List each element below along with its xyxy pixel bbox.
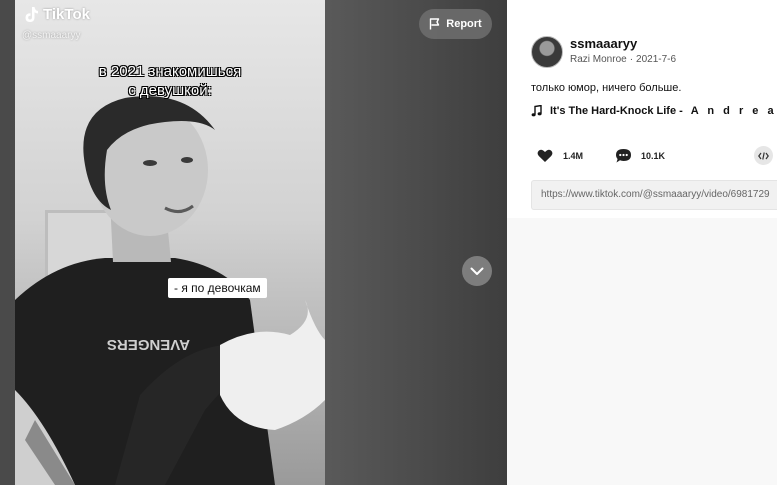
music-title: It's The Hard-Knock Life - — [550, 105, 683, 117]
brand-name: TikTok — [43, 6, 90, 23]
report-button[interactable]: Report — [419, 9, 492, 39]
music-artist: A n d r e a — [690, 105, 777, 117]
meta-separator: · — [629, 54, 634, 65]
like-count: 1.4M — [563, 151, 584, 161]
next-video-button[interactable] — [462, 256, 492, 286]
post-username[interactable]: ssmaaaryy — [570, 36, 637, 51]
video-caption-top: в 2021 знакомишься с девушкой: — [98, 63, 242, 99]
video-link-text: https://www.tiktok.com/@ssmaaaryy/video/… — [541, 189, 770, 200]
tiktok-logo: TikTok — [24, 6, 90, 23]
svg-text:AVENGERS: AVENGERS — [107, 336, 190, 353]
post-date: 2021-7-6 — [636, 54, 677, 65]
comment-button[interactable] — [613, 146, 633, 166]
report-label: Report — [446, 18, 482, 30]
comments-area — [507, 218, 777, 485]
avatar[interactable] — [531, 36, 563, 68]
post-description: только юмор, ничего больше. — [531, 82, 682, 94]
post-stats: 1.4M 10.1K — [535, 146, 665, 166]
tiktok-note-icon — [25, 7, 38, 22]
like-button[interactable] — [535, 146, 555, 166]
comment-count: 10.1K — [641, 151, 666, 161]
post-info: ssmaaaryy Razi Monroe · 2021-7-6 только юм… — [507, 0, 777, 218]
heart-icon — [537, 149, 553, 162]
author-name: Razi Monroe — [570, 54, 627, 65]
video-handle: @ssmaaaryy — [22, 30, 81, 41]
comment-icon — [615, 149, 631, 163]
video-link-field[interactable]: https://www.tiktok.com/@ssmaaaryy/video/… — [531, 180, 777, 210]
post-meta: Razi Monroe · 2021-7-6 — [570, 54, 676, 65]
music-note-icon — [531, 105, 542, 117]
code-icon — [758, 151, 769, 160]
chevron-down-icon — [470, 267, 484, 275]
post-details-panel: ssmaaaryy Razi Monroe · 2021-7-6 только юм… — [507, 0, 777, 485]
flag-icon — [430, 18, 440, 30]
video-caption-mid: - я по девочкам — [168, 278, 267, 298]
embed-button[interactable] — [754, 146, 773, 165]
music-link[interactable]: It's The Hard-Knock Life - A n d r e a — [531, 105, 777, 117]
video-player[interactable]: AVENGERS TikTok @ssmaaaryy в 2021 знаком… — [0, 0, 507, 485]
